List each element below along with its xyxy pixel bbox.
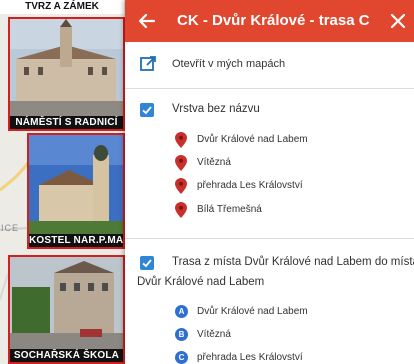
school-photo	[10, 257, 123, 349]
map-photo-church[interactable]: KOSTEL NAR.P.MARIE	[27, 133, 125, 249]
route-stop-label: přehrada Les Království	[197, 352, 303, 363]
route-marker-a: A	[175, 305, 188, 318]
layer-title: Vrstva bez názvu	[172, 103, 260, 115]
place-label: Vítězná	[197, 157, 231, 168]
route-marker-c: C	[175, 351, 188, 364]
checkmark-icon	[142, 106, 152, 115]
place-label: přehrada Les Království	[197, 180, 303, 191]
route-title-line1: Trasa z místa Dvůr Králové nad Labem do …	[172, 256, 414, 268]
place-item[interactable]: přehrada Les Království	[125, 175, 414, 197]
place-item[interactable]: Bílá Třemešná	[125, 199, 414, 221]
panel-title: CK - Dvůr Králové - trasa C	[177, 12, 370, 29]
panel-header: CK - Dvůr Králové - trasa C	[125, 0, 414, 42]
back-arrow-icon[interactable]	[135, 9, 159, 33]
map-photo-school[interactable]: SOCHAŘSKÁ ŠKOLA	[8, 255, 125, 364]
checkmark-icon	[142, 259, 152, 268]
route-stop-label: Vítězná	[197, 329, 231, 340]
map-caption-castle: TVRZ A ZÁMEK	[0, 0, 124, 14]
open-external-icon	[140, 56, 156, 71]
route-stop[interactable]: A Dvůr Králové nad Labem	[125, 301, 414, 323]
map-pin-icon	[175, 155, 187, 171]
map-pin-icon	[175, 178, 187, 194]
layer-checkbox[interactable]	[140, 103, 154, 117]
map-pin-icon	[175, 202, 187, 218]
photo-caption: SOCHAŘSKÁ ŠKOLA	[10, 349, 123, 362]
route-marker-b: B	[175, 328, 188, 341]
route-stop-label: Dvůr Králové nad Labem	[197, 306, 308, 317]
map-place-label: ICE	[1, 223, 20, 233]
church-photo	[29, 135, 123, 234]
place-label: Dvůr Králové nad Labem	[197, 134, 308, 145]
place-item[interactable]: Dvůr Králové nad Labem	[125, 129, 414, 151]
route-stop[interactable]: B Vítězná	[125, 324, 414, 346]
layer-route: Trasa z místa Dvůr Králové nad Labem do …	[125, 239, 414, 364]
close-icon[interactable]	[386, 9, 410, 33]
open-in-my-maps-link[interactable]: Otevřít v mých mapách	[125, 42, 414, 89]
town-hall-photo	[10, 19, 123, 116]
map-photo-town-square[interactable]: NÁMĚSTÍ S RADNICÍ	[8, 17, 125, 131]
open-in-my-maps-label: Otevřít v mých mapách	[172, 58, 286, 70]
route-title-line2: Dvůr Králové nad Labem	[137, 276, 265, 288]
map-pin-icon	[175, 132, 187, 148]
route-stop[interactable]: C přehrada Les Království	[125, 347, 414, 364]
photo-caption: KOSTEL NAR.P.MARIE	[29, 234, 123, 247]
layer-unnamed: Vrstva bez názvu Dvůr Králové nad Labem …	[125, 89, 414, 227]
map-legend-panel: CK - Dvůr Králové - trasa C Otevřít v mý…	[125, 0, 414, 364]
place-label: Bílá Třemešná	[197, 204, 262, 215]
place-item[interactable]: Vítězná	[125, 152, 414, 174]
layer-checkbox[interactable]	[140, 256, 154, 270]
photo-caption: NÁMĚSTÍ S RADNICÍ	[10, 116, 123, 129]
